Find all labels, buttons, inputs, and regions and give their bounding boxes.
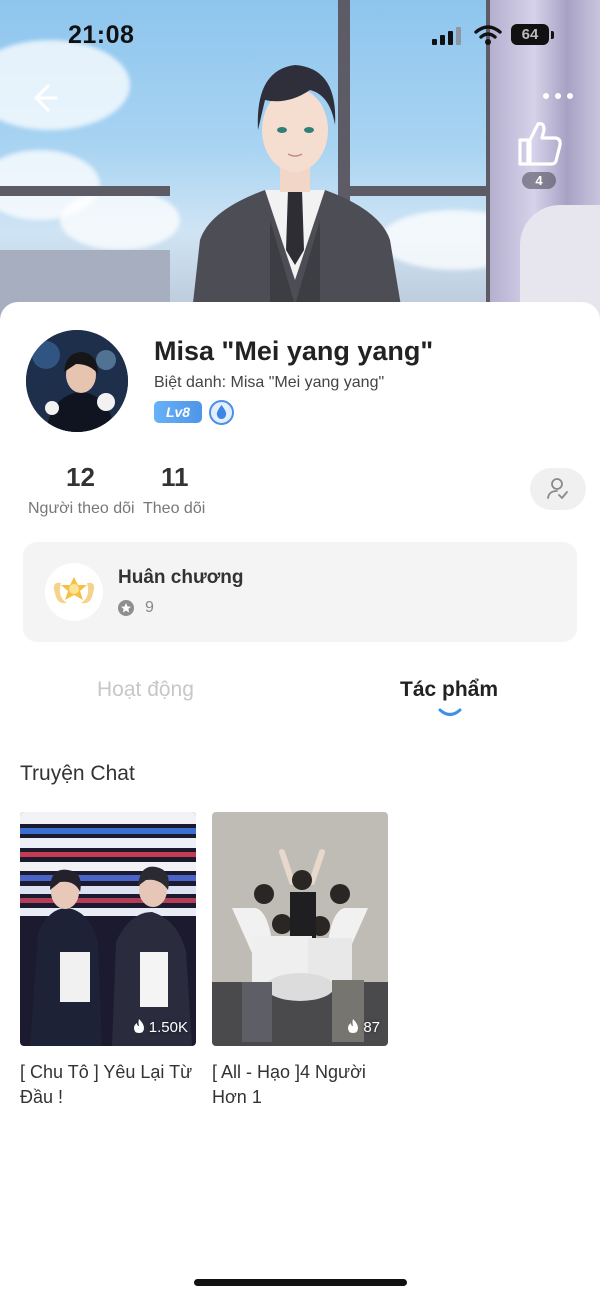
story-cover-image	[20, 812, 196, 1046]
medals-count: 9	[145, 599, 154, 616]
tab-activity[interactable]: Hoạt động	[97, 678, 194, 702]
status-time: 21:08	[68, 21, 135, 49]
medals-title: Huân chương	[118, 567, 244, 588]
tab-works[interactable]: Tác phẩm	[400, 678, 498, 702]
back-arrow-icon[interactable]	[26, 80, 62, 116]
star-icon	[118, 600, 134, 616]
fire-icon	[133, 1019, 144, 1033]
following-label[interactable]: Theo dõi	[143, 500, 205, 518]
water-drop-badge-icon	[209, 400, 234, 425]
battery-indicator: 64	[511, 24, 549, 45]
story-views-count: 87	[363, 1019, 380, 1036]
avatar[interactable]	[26, 330, 128, 432]
battery-tip	[551, 31, 554, 39]
profile-nickname: Biệt danh: Misa "Mei yang yang"	[154, 374, 385, 391]
profile-banner: 21:08 64 4	[0, 0, 600, 330]
followers-label[interactable]: Người theo dõi	[28, 500, 135, 518]
tab-active-indicator	[438, 708, 462, 716]
story-cover-image	[212, 812, 388, 1046]
medal-icon	[45, 563, 103, 621]
profile-card: Misa "Mei yang yang" Biệt danh: Misa "Me…	[0, 302, 600, 1299]
like-count: 4	[522, 172, 556, 189]
character-illustration	[190, 65, 405, 330]
wifi-icon	[474, 25, 502, 45]
story-views: 1.50K	[132, 1018, 188, 1036]
story-title[interactable]: [ Chu Tô ] Yêu Lại Từ Đầu !	[20, 1060, 196, 1110]
story-cover[interactable]: 87	[212, 812, 388, 1046]
story-card[interactable]: 87 [ All - Hạo ]4 Người Hơn 1	[212, 812, 388, 1110]
following-count[interactable]: 11	[161, 462, 189, 493]
home-indicator[interactable]	[194, 1279, 407, 1286]
user-check-icon	[547, 478, 568, 499]
follow-button[interactable]	[530, 468, 586, 510]
level-badge: Lv8	[154, 401, 202, 423]
profile-name: Misa "Mei yang yang"	[154, 336, 434, 366]
status-bar: 21:08 64	[0, 0, 600, 70]
story-views-count: 1.50K	[148, 1019, 188, 1036]
story-views: 87	[346, 1018, 380, 1036]
thumbs-up-icon[interactable]	[514, 118, 564, 170]
medals-section[interactable]: Huân chương 9	[23, 542, 577, 642]
cellular-signal-icon	[432, 27, 461, 45]
followers-count[interactable]: 12	[66, 462, 95, 493]
story-title[interactable]: [ All - Hạo ]4 Người Hơn 1	[212, 1060, 388, 1110]
fire-icon	[348, 1019, 359, 1033]
story-cover[interactable]: 1.50K	[20, 812, 196, 1046]
section-title: Truyện Chat	[20, 762, 135, 785]
more-options-icon[interactable]	[538, 86, 578, 106]
story-card[interactable]: 1.50K [ Chu Tô ] Yêu Lại Từ Đầu !	[20, 812, 196, 1110]
